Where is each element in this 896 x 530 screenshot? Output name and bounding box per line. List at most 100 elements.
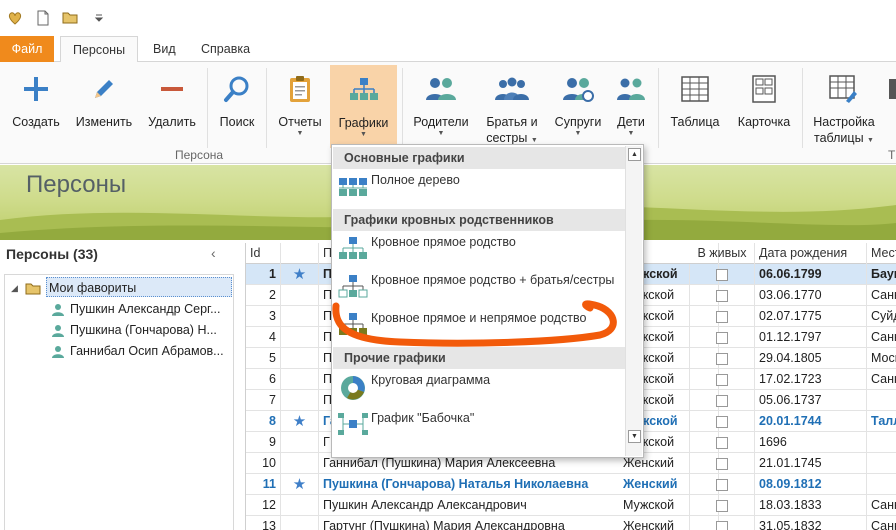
cell-favorite [281, 390, 319, 411]
reports-button[interactable]: Отчеты ▼ [272, 64, 328, 146]
tree-node-person[interactable]: Пушкин Александр Серг... [51, 299, 233, 319]
blood-direct-siblings-icon [338, 275, 368, 298]
ribbon-separator [402, 68, 403, 148]
menu-scrollbar[interactable]: ▲ ▼ [625, 146, 642, 456]
butterfly-chart-icon [338, 413, 368, 435]
cell-alive [690, 327, 755, 348]
table-row[interactable]: 11 ★ Пушкина (Гончарова) Наталья Николаевн… [246, 474, 896, 495]
tree-node-person[interactable]: Пушкина (Гончарова) Н... [51, 320, 233, 340]
table-row[interactable]: 12 Пушкин Александр Александрович Мужской 1… [246, 495, 896, 516]
alive-checkbox[interactable] [716, 478, 728, 491]
cell-favorite: ★ [281, 411, 319, 432]
menu-item-full-tree[interactable]: Полное дерево [333, 169, 625, 205]
customize-qat-icon[interactable] [90, 9, 108, 27]
alive-checkbox[interactable] [716, 520, 728, 530]
cell-place [867, 474, 896, 495]
alive-checkbox[interactable] [716, 457, 728, 470]
search-button[interactable]: Поиск [212, 64, 262, 146]
scroll-down-icon[interactable]: ▼ [628, 430, 641, 443]
alive-checkbox[interactable] [716, 352, 728, 365]
cell-favorite: ★ [281, 264, 319, 285]
tree-node-favorites[interactable]: Мои фавориты [46, 277, 232, 297]
alive-checkbox[interactable] [716, 499, 728, 512]
alive-checkbox[interactable] [716, 373, 728, 386]
cell-sex: Мужской [619, 495, 690, 516]
alive-checkbox[interactable] [716, 268, 728, 281]
tab-file[interactable]: Файл [0, 36, 54, 62]
table-settings-label-2: таблицы ▼ [808, 130, 880, 149]
new-file-icon[interactable] [34, 9, 52, 27]
alive-checkbox[interactable] [716, 415, 728, 428]
column-header-place[interactable]: Мест [867, 243, 896, 264]
tree-node-person[interactable]: Ганнибал Осип Абрамов... [51, 341, 233, 361]
tree-chart-icon [349, 78, 378, 100]
delete-button[interactable]: Удалить [142, 64, 202, 146]
chevron-down-icon: ▼ [867, 137, 874, 144]
tab-view[interactable]: Вид [141, 36, 188, 62]
cell-favorite [281, 327, 319, 348]
cell-birth-date: 05.06.1737 [755, 390, 867, 411]
table-view-button[interactable]: Таблица [664, 64, 726, 146]
cell-id: 13 [246, 516, 281, 530]
cell-favorite [281, 453, 319, 474]
favorite-star-icon[interactable]: ★ [293, 266, 306, 283]
cell-favorite [281, 432, 319, 453]
create-button[interactable]: Создать [6, 64, 66, 146]
spouses-icon [563, 78, 594, 102]
siblings-label-1: Братья и [486, 115, 538, 129]
cell-birth-date: 06.06.1799 [755, 264, 867, 285]
cell-place: Санк [871, 519, 896, 530]
more-ribbon-button[interactable] [886, 64, 896, 146]
cell-birth-date: 02.07.1775 [755, 306, 867, 327]
alive-checkbox[interactable] [716, 394, 728, 407]
cell-id: 7 [246, 390, 281, 411]
open-folder-icon[interactable] [62, 9, 80, 27]
cell-favorite [281, 285, 319, 306]
parents-button[interactable]: Родители ▼ [408, 64, 474, 146]
menu-item-butterfly-chart[interactable]: График "Бабочка" [333, 407, 625, 443]
cell-sex: Женский [619, 516, 690, 530]
edit-button[interactable]: Изменить [70, 64, 138, 146]
table-settings-button[interactable]: Настройка таблицы ▼ [808, 64, 880, 146]
column-header-birth-date[interactable]: Дата рождения [755, 243, 867, 264]
collapse-panel-icon[interactable]: ‹ [211, 245, 216, 261]
cell-id: 8 [246, 411, 281, 432]
scroll-up-icon[interactable]: ▲ [628, 148, 641, 161]
menu-item-blood-direct-siblings[interactable]: Кровное прямое родство + братья/сестры [333, 269, 625, 305]
favorite-star-icon[interactable]: ★ [293, 476, 306, 493]
app-logo-icon[interactable] [6, 9, 24, 27]
column-header-alive[interactable]: В живых [690, 243, 755, 264]
tab-persons[interactable]: Персоны [60, 36, 138, 63]
table-icon [681, 76, 709, 102]
cell-birth-date: 1696 [755, 432, 867, 453]
alive-checkbox[interactable] [716, 289, 728, 302]
menu-item-blood-direct[interactable]: Кровное прямое родство [333, 231, 625, 267]
menu-item-blood-direct-indirect[interactable]: Кровное прямое и непрямое родство [333, 307, 625, 343]
alive-checkbox[interactable] [716, 310, 728, 323]
column-header-id[interactable]: Id [246, 243, 281, 264]
tab-help[interactable]: Справка [189, 36, 262, 62]
alive-checkbox[interactable] [716, 436, 728, 449]
menu-item-pie-chart[interactable]: Круговая диаграмма [333, 369, 625, 405]
alive-checkbox[interactable] [716, 331, 728, 344]
cell-sex: Женский [619, 474, 690, 495]
cell-id: 3 [246, 306, 281, 327]
cell-alive [690, 390, 755, 411]
cell-place [867, 390, 896, 411]
charts-button[interactable]: Графики ▼ [330, 65, 397, 148]
children-button[interactable]: Дети ▼ [608, 64, 654, 146]
cell-place [867, 432, 896, 453]
cell-alive [690, 411, 755, 432]
cell-favorite: ★ [281, 474, 319, 495]
siblings-button[interactable]: Братья и сестры ▼ [478, 64, 546, 146]
cell-birth-date: 31.05.1832 [755, 516, 867, 530]
favorite-star-icon[interactable]: ★ [293, 413, 306, 430]
clipboard-icon [290, 76, 310, 102]
spouses-button[interactable]: Супруги ▼ [550, 64, 606, 146]
card-view-button[interactable]: Карточка [730, 64, 798, 146]
cell-favorite [281, 348, 319, 369]
column-header-favorite[interactable] [281, 243, 319, 264]
table-row[interactable]: 13 Гартунг (Пушкина) Мария Александровна Ж… [246, 516, 896, 530]
cell-id: 6 [246, 369, 281, 390]
cell-alive [690, 369, 755, 390]
